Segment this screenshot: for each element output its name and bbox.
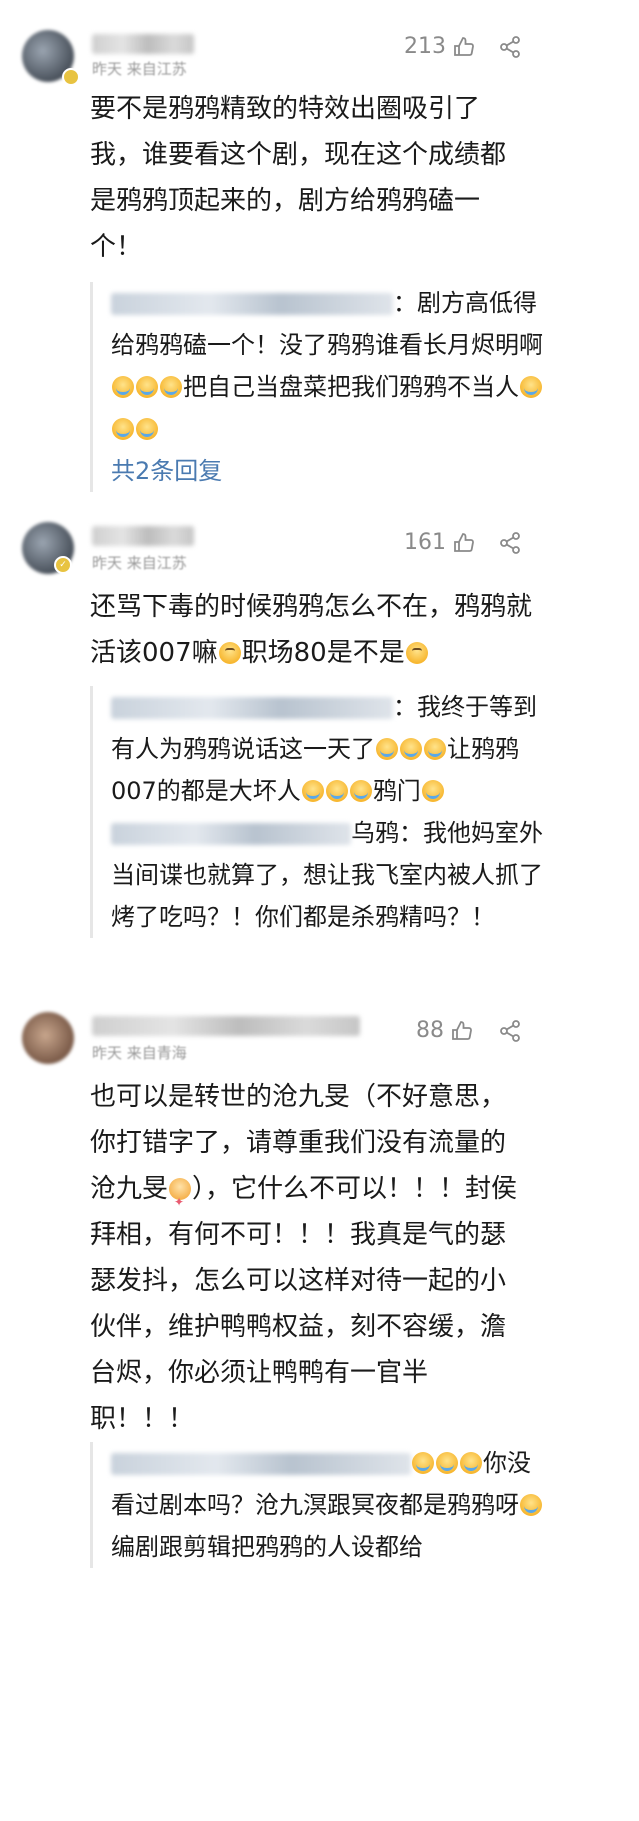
reply-username-blurred bbox=[111, 697, 393, 719]
reply-box[interactable]: 你没看过剧本吗？沧九溟跟冥夜都是鸦鸦呀编剧跟剪辑把鸦鸦的人设都给 bbox=[90, 1442, 543, 1568]
username-blurred[interactable] bbox=[92, 526, 194, 546]
reply-box[interactable]: ：我终于等到有人为鸦鸦说话这一天了 让鸦鸦007的都是大坏人 鸦门 乌鸦：我他妈室外… bbox=[90, 686, 543, 938]
crying-face-icon bbox=[349, 780, 372, 802]
thumb-up-icon bbox=[452, 1020, 472, 1040]
crying-face-icon bbox=[460, 1452, 482, 1474]
reply-username-blurred bbox=[111, 293, 393, 315]
crying-face-icon bbox=[112, 376, 134, 398]
comment-text: 要不是鸦鸦精致的特效出圈吸引了我，谁要看这个剧，现在这个成绩都是鸦鸦顶起来的，剧… bbox=[90, 94, 507, 262]
like-button[interactable]: 213 bbox=[404, 34, 476, 59]
hugging-face-icon bbox=[169, 1178, 192, 1225]
crying-face-icon bbox=[112, 418, 134, 440]
reply-text-2: 乌鸦：我他妈室外当间谍也就算了，想让我飞室内被人抓了烤了吃吗？！你们都是杀鸦精吗… bbox=[93, 812, 543, 938]
crying-face-icon bbox=[424, 738, 446, 760]
reply-text: ：我终于等到有人为鸦鸦说话这一天了 让鸦鸦007的都是大坏人 鸦门 bbox=[93, 686, 543, 812]
crying-face-icon bbox=[136, 418, 158, 440]
share-icon[interactable] bbox=[498, 35, 522, 59]
reply-content-c: 鸦门 bbox=[372, 777, 421, 805]
verified-badge-icon bbox=[62, 68, 80, 86]
crying-face-icon bbox=[376, 738, 398, 760]
username-blurred[interactable] bbox=[92, 1016, 360, 1036]
crying-face-icon bbox=[400, 738, 422, 760]
like-count: 88 bbox=[416, 1018, 444, 1043]
crying-face-icon bbox=[325, 780, 348, 802]
like-button[interactable]: 88 bbox=[416, 1018, 474, 1043]
thumb-up-icon bbox=[454, 532, 474, 552]
crying-face-icon bbox=[436, 1452, 458, 1474]
share-icon[interactable] bbox=[498, 1019, 522, 1043]
comment-meta: 昨天 来自青海 bbox=[92, 1044, 187, 1062]
crying-face-icon bbox=[301, 780, 324, 802]
reply-text: ：剧方高低得给鸦鸦磕一个！没了鸦鸦谁看长月烬明啊把自己当盘菜把我们鸦鸦不当人 bbox=[93, 282, 543, 450]
username-blurred[interactable] bbox=[92, 34, 194, 54]
eye-roll-face-icon bbox=[218, 642, 241, 664]
crying-face-icon bbox=[520, 1494, 542, 1516]
comment-text: 还骂下毒的时候鸦鸦怎么不在，鸦鸦就活该007嘛 职场80是不是 bbox=[90, 584, 540, 676]
comment-meta: 昨天 来自江苏 bbox=[92, 60, 187, 78]
eye-roll-face-icon bbox=[405, 642, 428, 664]
reply-username-blurred bbox=[111, 1453, 411, 1475]
comment-text: 也可以是转世的沧九旻（不好意思，你打错字了，请尊重我们没有流量的沧九旻），它什么… bbox=[90, 1074, 530, 1442]
verified-badge-icon: ✓ bbox=[54, 556, 72, 574]
comment-content-b: ），它什么不可以！！！封侯拜相，有何不可！！！我真是气的瑟瑟发抖，怎么可以这样对… bbox=[90, 1174, 518, 1434]
reply-box[interactable]: ：剧方高低得给鸦鸦磕一个！没了鸦鸦谁看长月烬明啊把自己当盘菜把我们鸦鸦不当人 共… bbox=[90, 282, 543, 492]
crying-face-icon bbox=[412, 1452, 434, 1474]
share-icon[interactable] bbox=[498, 531, 522, 555]
comment-meta: 昨天 来自江苏 bbox=[92, 554, 187, 572]
reply-content-b: 编剧跟剪辑把鸦鸦的人设都给 bbox=[111, 1533, 423, 1561]
crying-face-icon bbox=[421, 780, 444, 802]
crying-face-icon bbox=[160, 376, 182, 398]
thumb-up-icon bbox=[454, 36, 474, 56]
avatar[interactable] bbox=[22, 1012, 74, 1064]
more-replies-link[interactable]: 共2条回复 bbox=[93, 450, 543, 492]
reply-username-blurred bbox=[111, 823, 351, 845]
like-count: 213 bbox=[404, 34, 446, 59]
reply-text: 你没看过剧本吗？沧九溟跟冥夜都是鸦鸦呀编剧跟剪辑把鸦鸦的人设都给 bbox=[93, 1442, 543, 1568]
reply-content-b: 把自己当盘菜把我们鸦鸦不当人 bbox=[183, 373, 519, 401]
crying-face-icon bbox=[520, 376, 542, 398]
comment-content-b: 职场80是不是 bbox=[241, 638, 405, 668]
like-count: 161 bbox=[404, 530, 446, 555]
like-button[interactable]: 161 bbox=[404, 530, 476, 555]
crying-face-icon bbox=[136, 376, 158, 398]
